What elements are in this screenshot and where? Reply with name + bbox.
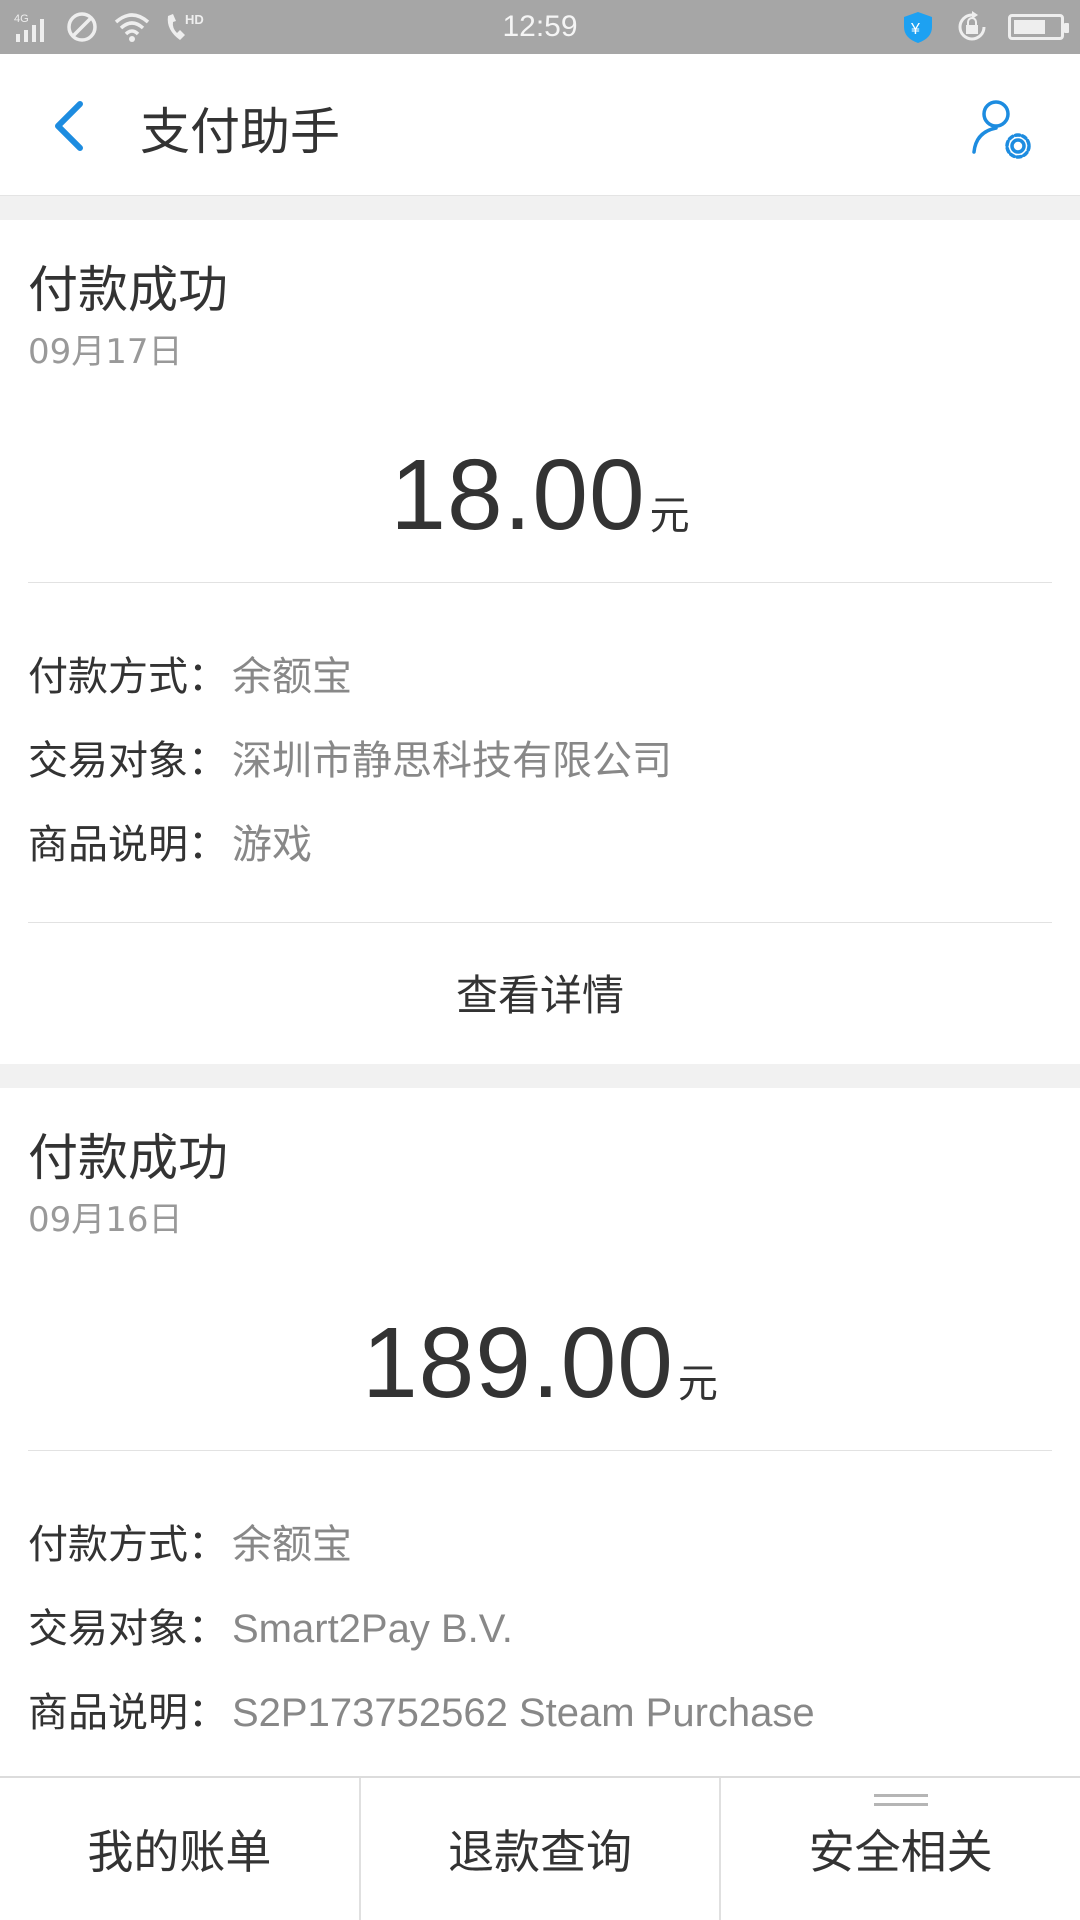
field-label: 交易对象： — [28, 1606, 228, 1652]
tab-my-bills[interactable]: 我的账单 — [0, 1778, 359, 1920]
field-row-payment-method: 付款方式： 余额宝 — [28, 1512, 352, 1570]
rotation-lock-icon — [958, 11, 986, 41]
user-settings-button[interactable] — [966, 94, 1036, 164]
payment-assistant-screen: 4G HD 12:59 ¥ 支付助手 付款成功 09月17日 18.00 元 付… — [0, 0, 1080, 1920]
status-bar-right: ¥ — [900, 10, 1069, 44]
shield-yen-icon: ¥ — [904, 12, 932, 43]
field-row-counterparty: 交易对象： Smart2Pay B.V. — [28, 1596, 513, 1654]
chevron-left-icon — [55, 101, 83, 151]
transaction-date: 09月17日 — [28, 332, 183, 372]
amount-value: 189.00 — [362, 1307, 674, 1419]
transaction-status: 付款成功 — [28, 261, 228, 319]
transaction-card: 付款成功 09月17日 18.00 元 付款方式： 余额宝 交易对象： 深圳市静思科技… — [0, 220, 1080, 1064]
field-value: 深圳市静思科技有限公司 — [232, 739, 672, 783]
field-row-payment-method: 付款方式： 余额宝 — [28, 644, 352, 702]
field-row-description: 商品说明： 游戏 — [28, 812, 312, 870]
user-settings-icon — [972, 100, 1031, 159]
status-bar: 4G HD 12:59 ¥ — [0, 0, 1080, 54]
field-value: Smart2Pay B.V. — [232, 1607, 513, 1651]
transaction-date: 09月16日 — [28, 1200, 183, 1240]
svg-text:¥: ¥ — [910, 21, 920, 38]
field-label: 商品说明： — [28, 1690, 228, 1736]
field-value: 游戏 — [232, 823, 312, 867]
field-label: 商品说明： — [28, 822, 228, 868]
tab-refund-inquiry[interactable]: 退款查询 — [358, 1778, 720, 1920]
view-details-button[interactable]: 查看详情 — [0, 920, 1080, 1064]
tab-label: 安全相关 — [808, 1825, 993, 1879]
amount-unit: 元 — [649, 493, 690, 539]
transaction-card: 付款成功 09月16日 189.00 元 付款方式： 余额宝 交易对象： Smart2… — [0, 1088, 1080, 1778]
field-row-counterparty: 交易对象： 深圳市静思科技有限公司 — [28, 728, 672, 786]
back-button[interactable] — [40, 94, 100, 158]
amount-value: 18.00 — [390, 439, 646, 551]
field-label: 付款方式： — [28, 654, 228, 700]
transaction-amount: 18.00 元 — [0, 438, 1080, 553]
transaction-amount: 189.00 元 — [0, 1306, 1080, 1421]
amount-unit: 元 — [677, 1361, 718, 1407]
battery-icon — [1008, 14, 1069, 40]
tab-security[interactable]: 安全相关 — [719, 1778, 1080, 1920]
field-label: 交易对象： — [28, 738, 228, 784]
field-value: 余额宝 — [232, 1523, 352, 1567]
menu-icon — [873, 1794, 928, 1808]
field-value: S2P173752562 Steam Purchase — [232, 1691, 815, 1735]
divider — [28, 1450, 1052, 1451]
divider — [28, 582, 1052, 583]
field-value: 余额宝 — [232, 655, 352, 699]
app-header: 支付助手 — [0, 54, 1080, 196]
field-row-description: 商品说明： S2P173752562 Steam Purchase — [28, 1680, 815, 1738]
field-label: 付款方式： — [28, 1522, 228, 1568]
bottom-tab-bar: 我的账单 退款查询 安全相关 — [0, 1776, 1080, 1920]
transaction-status: 付款成功 — [28, 1129, 228, 1187]
page-title: 支付助手 — [140, 103, 340, 161]
